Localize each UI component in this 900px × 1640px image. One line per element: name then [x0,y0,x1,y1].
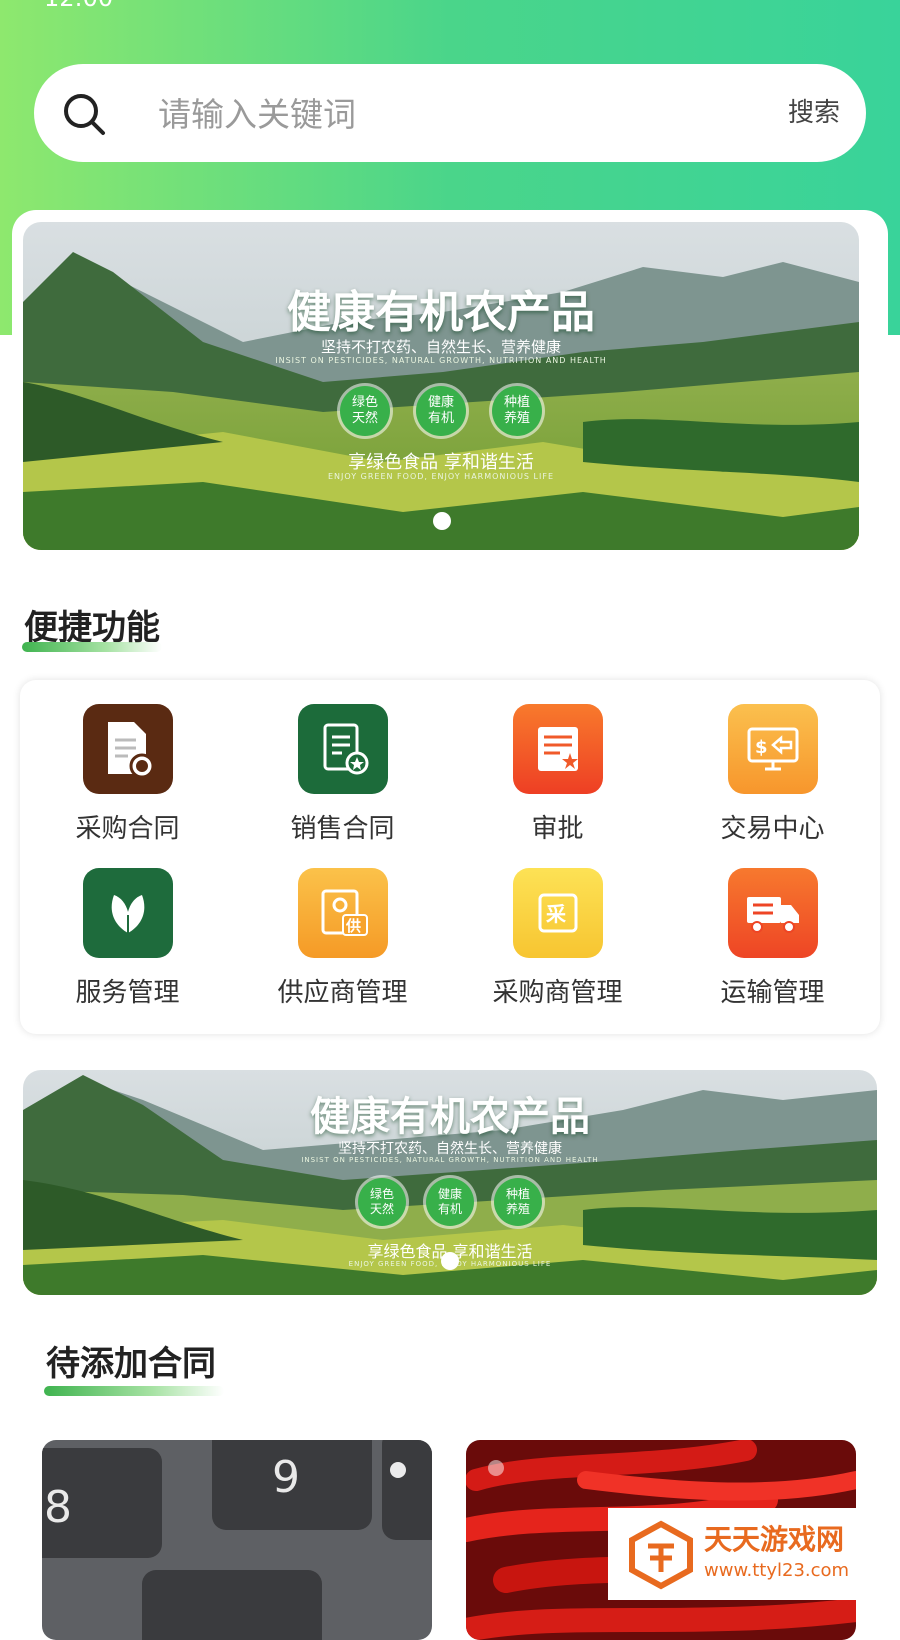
sales-document-icon [297,704,388,794]
banner-carousel[interactable]: 健康有机农产品 坚持不打农药、自然生长、营养健康 INSIST ON PESTI… [23,222,859,550]
banner-slogan-en: ENJOY GREEN FOOD, ENJOY HARMONIOUS LIFE [327,472,555,481]
banner-title: 健康有机农产品 [310,1093,590,1140]
carousel-dot-active[interactable] [433,512,451,530]
badge-green-natural: 绿色 天然 [358,1178,406,1226]
contract-card-calculator[interactable]: 8 9 [42,1440,432,1640]
search-button[interactable]: 搜索 [788,92,840,129]
banner-title: 健康有机农产品 [287,287,595,338]
func-label: 采购合同 [75,814,180,844]
buyer-icon: 采 [512,868,603,958]
badge-healthy-organic: 健康 有机 [426,1178,474,1226]
badge-green-natural: 绿色 天然 [340,386,390,436]
watermark-logo-icon [629,1520,693,1590]
watermark: 天天游戏网 www.ttyl23.com [608,1508,900,1600]
promo-banner[interactable]: 健康有机农产品 坚持不打农药、自然生长、营养健康 INSIST ON PESTI… [23,1070,877,1295]
transport-management-button[interactable]: 运输管理 [665,868,880,1028]
banner-subtitle: 坚持不打农药、自然生长、营养健康 [338,1141,562,1157]
buyer-management-button[interactable]: 采 采购商管理 [450,868,665,1028]
func-label: 采购商管理 [492,978,623,1008]
carousel-dot-active[interactable] [441,1252,459,1270]
banner-slogan: 享绿色食品 享和谐生活 [348,452,534,473]
func-label: 销售合同 [290,814,395,844]
approval-button[interactable]: 审批 [450,704,665,864]
purchase-contract-button[interactable]: 采购合同 [20,704,235,864]
sales-contract-button[interactable]: 销售合同 [235,704,450,864]
badge-planting-breeding: 种植 养殖 [492,386,542,436]
contract-document-icon [82,704,173,794]
svg-text:$: $ [755,737,768,758]
watermark-url: www.ttyl23.com [704,1560,850,1581]
func-label: 服务管理 [75,978,180,1008]
banner-card: 健康有机农产品 坚持不打农药、自然生长、营养健康 INSIST ON PESTI… [12,210,888,560]
status-time: 12:00 [44,0,113,12]
watermark-brand: 天天游戏网 [704,1523,845,1556]
badge-planting-breeding: 种植 养殖 [494,1178,542,1226]
search-bar[interactable]: 搜索 [34,64,866,162]
func-label: 供应商管理 [277,978,408,1008]
leaf-icon [82,868,173,958]
supplier-icon: 供 [297,868,388,958]
search-icon [64,94,105,135]
svg-text:供: 供 [345,917,361,935]
func-label: 交易中心 [720,814,825,844]
pending-contracts-title: 待添加合同 [46,1344,216,1384]
banner-subtitle-en: INSIST ON PESTICIDES, NATURAL GROWTH, NU… [275,356,607,365]
service-management-button[interactable]: 服务管理 [20,868,235,1028]
truck-icon [727,868,818,958]
trade-center-button[interactable]: $ 交易中心 [665,704,880,864]
status-bar: 12:00 [0,0,900,12]
svg-text:8: 8 [44,1482,72,1533]
banner-subtitle-en: INSIST ON PESTICIDES, NATURAL GROWTH, NU… [301,1156,599,1164]
approval-icon [512,704,603,794]
svg-text:9: 9 [272,1452,300,1503]
pending-contracts-underline [44,1386,224,1396]
trade-monitor-icon: $ [727,704,818,794]
banner-badges: 绿色 天然 健康 有机 种植 养殖 [23,386,859,436]
calculator-keys-image: 8 9 [42,1440,432,1640]
svg-text:采: 采 [546,902,566,926]
func-label: 运输管理 [720,978,825,1008]
supplier-management-button[interactable]: 供 供应商管理 [235,868,450,1028]
search-input[interactable] [156,88,760,140]
quick-functions-underline [22,642,162,652]
banner-subtitle: 坚持不打农药、自然生长、营养健康 [320,338,561,356]
banner-badges: 绿色 天然 健康 有机 种植 养殖 [23,1178,877,1226]
func-label: 审批 [531,814,584,844]
quick-functions-grid: 采购合同 销售合同 审批 $ 交易中心 服务管理 供 供应商管理 采 采购商管理… [20,680,880,1034]
badge-healthy-organic: 健康 有机 [416,386,466,436]
